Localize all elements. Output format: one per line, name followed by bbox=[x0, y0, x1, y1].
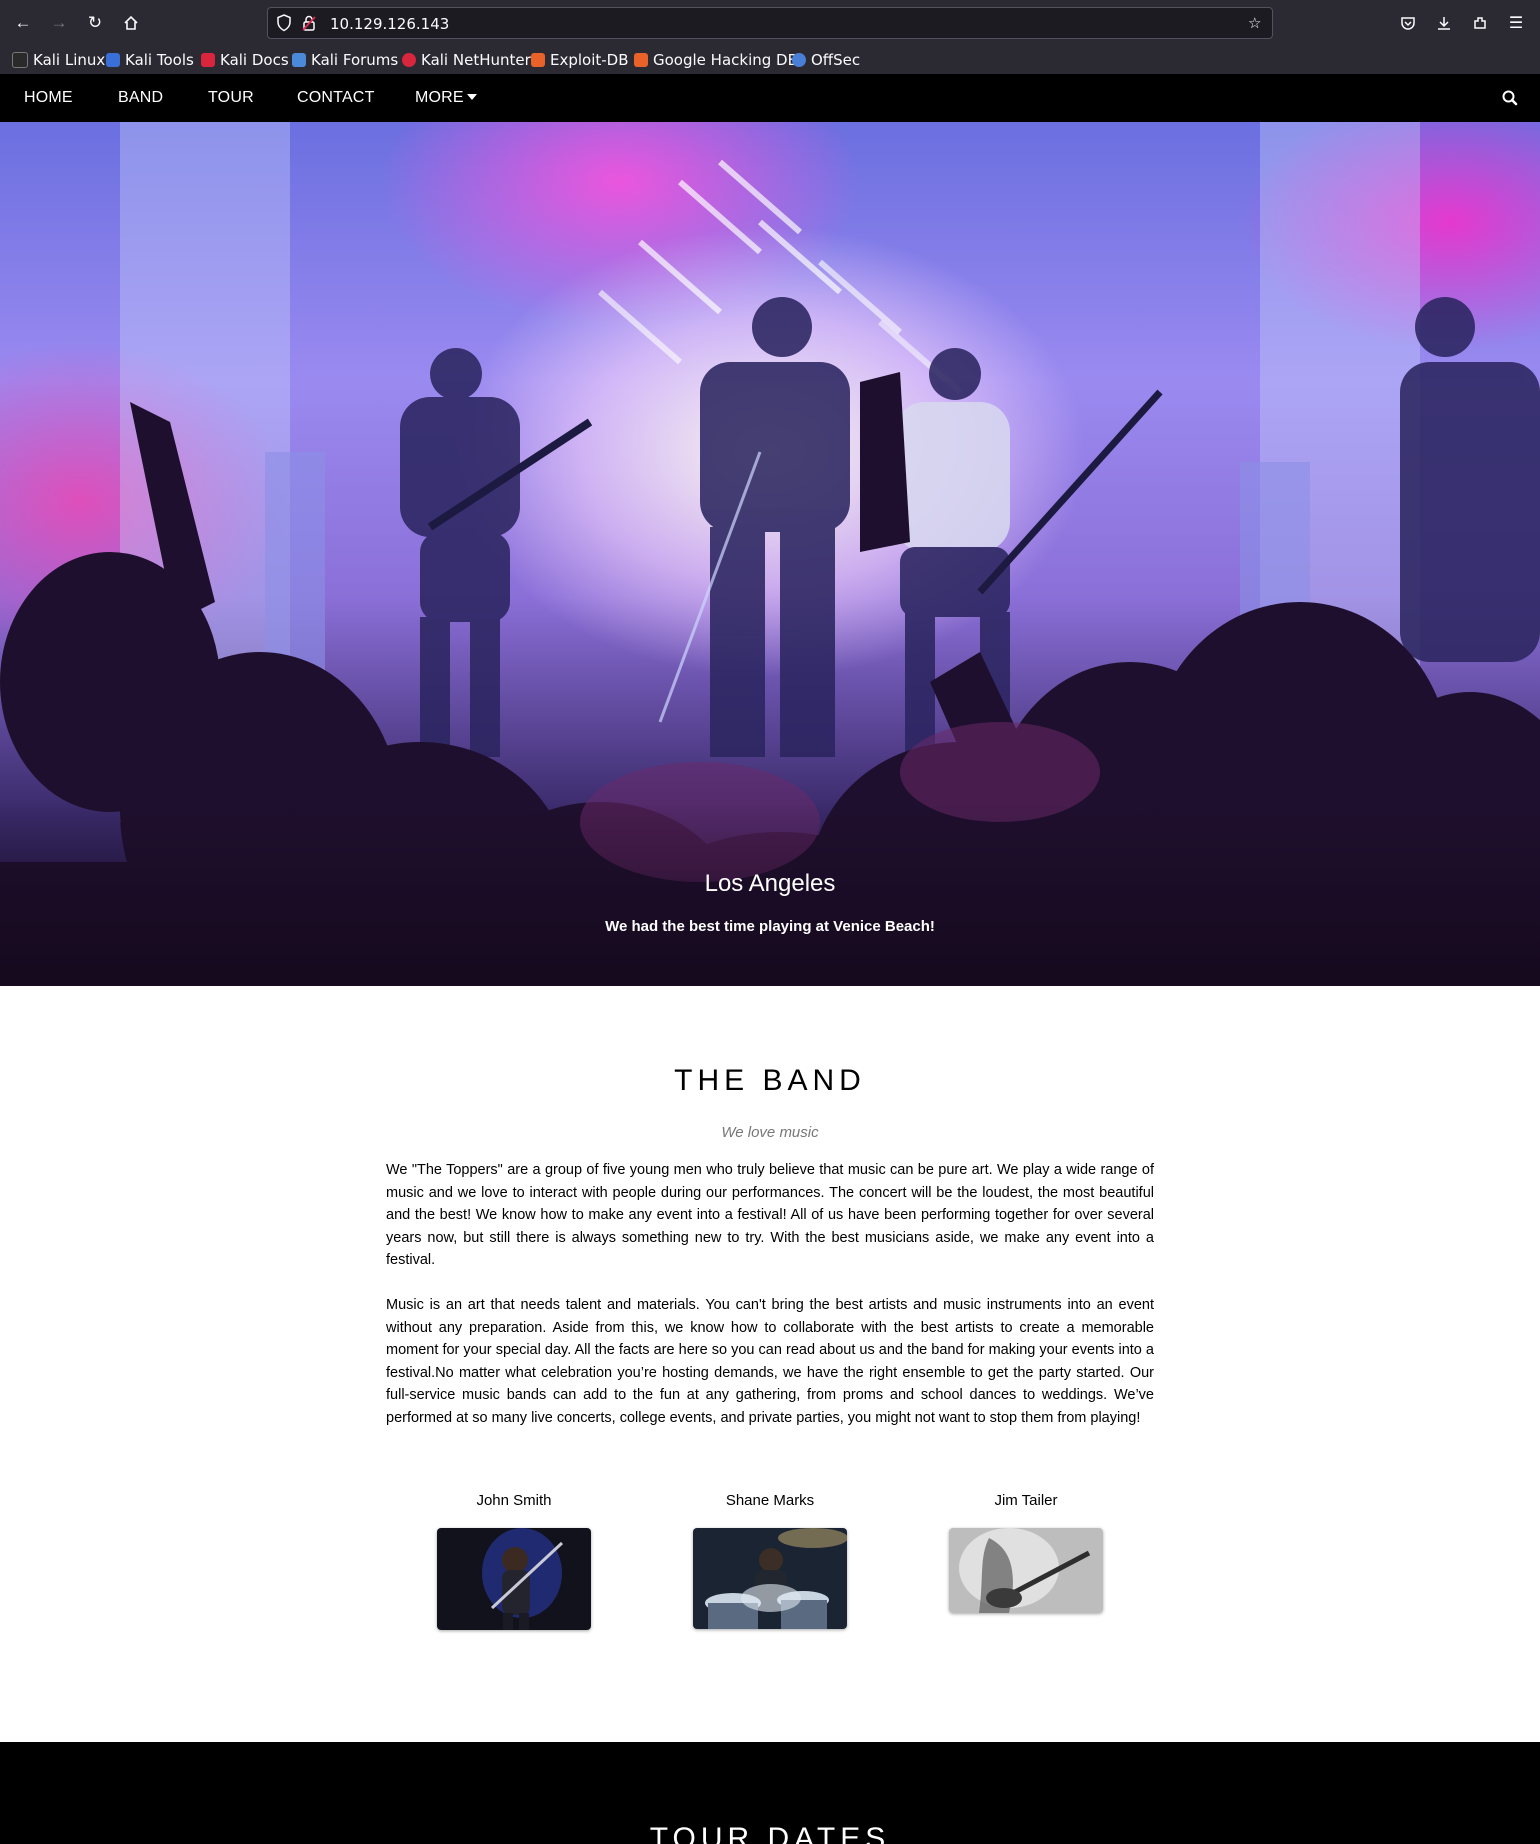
shield-icon[interactable] bbox=[276, 14, 292, 36]
band-paragraph-1: We "The Toppers" are a group of five you… bbox=[386, 1162, 1154, 1268]
bookmark-kali-forums[interactable]: Kali Forums bbox=[292, 50, 398, 70]
extensions-icon[interactable] bbox=[1468, 11, 1492, 35]
member-photo-3[interactable] bbox=[949, 1528, 1103, 1613]
kali-nethunter-icon bbox=[402, 53, 416, 67]
forward-icon[interactable]: → bbox=[47, 11, 71, 35]
insecure-lock-icon[interactable] bbox=[301, 14, 317, 36]
band-paragraph-2: Music is an art that needs talent and ma… bbox=[386, 1297, 1154, 1426]
band-tagline: We love music bbox=[721, 1124, 819, 1141]
nav-more-dropdown[interactable]: MORE bbox=[415, 89, 477, 107]
pocket-icon[interactable] bbox=[1396, 11, 1420, 35]
guitarist-photo bbox=[437, 1528, 591, 1630]
caret-down-icon bbox=[466, 94, 477, 100]
home-icon[interactable] bbox=[119, 11, 143, 35]
bookmark-exploit-db[interactable]: Exploit-DB bbox=[531, 50, 629, 70]
kali-forums-icon bbox=[292, 53, 306, 67]
bookmark-kali-tools[interactable]: Kali Tools bbox=[106, 50, 194, 70]
bookmark-star-icon[interactable]: ☆ bbox=[1248, 14, 1261, 32]
url-text[interactable]: 10.129.126.143 bbox=[330, 15, 449, 33]
bookmarks-bar: Kali Linux Kali Tools Kali Docs Kali For… bbox=[0, 46, 1540, 74]
nav-tour[interactable]: TOUR bbox=[208, 89, 254, 107]
download-icon[interactable] bbox=[1432, 11, 1456, 35]
band-section-title: THE BAND bbox=[674, 1064, 866, 1097]
nav-home[interactable]: HOME bbox=[24, 89, 73, 107]
google-hacking-db-icon bbox=[634, 53, 648, 67]
member-photo-1[interactable] bbox=[437, 1528, 591, 1630]
kali-linux-icon bbox=[12, 52, 28, 68]
url-bar[interactable]: 10.129.126.143 ☆ bbox=[267, 7, 1273, 39]
nav-more-label: MORE bbox=[415, 89, 464, 106]
offsec-icon bbox=[792, 53, 806, 67]
guitarist-bw-photo bbox=[949, 1528, 1103, 1613]
member-name-2: Shane Marks bbox=[725, 1492, 815, 1509]
site-navbar: HOME BAND TOUR CONTACT MORE bbox=[0, 74, 1540, 122]
member-name-1: John Smith bbox=[476, 1492, 552, 1509]
nav-band[interactable]: BAND bbox=[118, 89, 163, 107]
bookmark-offsec[interactable]: OffSec bbox=[792, 50, 860, 70]
bookmark-kali-linux[interactable]: Kali Linux bbox=[12, 50, 105, 70]
search-button[interactable] bbox=[1498, 86, 1522, 110]
menu-icon[interactable]: ☰ bbox=[1504, 11, 1528, 35]
browser-chrome: ← → ↻ 10.129.126.143 ☆ ☰ Kali Linux Kali… bbox=[0, 0, 1540, 74]
tour-section-title: TOUR DATES bbox=[649, 1822, 891, 1844]
concert-photo bbox=[0, 122, 1540, 986]
tour-section: TOUR DATES bbox=[0, 1742, 1540, 1844]
bookmark-kali-docs[interactable]: Kali Docs bbox=[201, 50, 289, 70]
kali-tools-icon bbox=[106, 53, 120, 67]
hero-carousel: Los Angeles We had the best time playing… bbox=[0, 122, 1540, 986]
bookmark-google-hacking-db[interactable]: Google Hacking DB bbox=[634, 50, 798, 70]
hero-caption-text: We had the best time playing at Venice B… bbox=[605, 918, 935, 935]
drummer-photo bbox=[693, 1528, 847, 1629]
bookmark-kali-nethunter[interactable]: Kali NetHunter bbox=[402, 50, 531, 70]
exploit-db-icon bbox=[531, 53, 545, 67]
kali-docs-icon bbox=[201, 53, 215, 67]
reload-icon[interactable]: ↻ bbox=[83, 11, 107, 35]
back-icon[interactable]: ← bbox=[11, 11, 35, 35]
hero-caption-title: Los Angeles bbox=[704, 870, 836, 897]
nav-contact[interactable]: CONTACT bbox=[297, 89, 375, 107]
member-photo-2[interactable] bbox=[693, 1528, 847, 1629]
browser-toolbar: ← → ↻ 10.129.126.143 ☆ ☰ bbox=[0, 0, 1540, 46]
member-name-3: Jim Tailer bbox=[994, 1492, 1058, 1509]
search-icon bbox=[1502, 90, 1518, 106]
